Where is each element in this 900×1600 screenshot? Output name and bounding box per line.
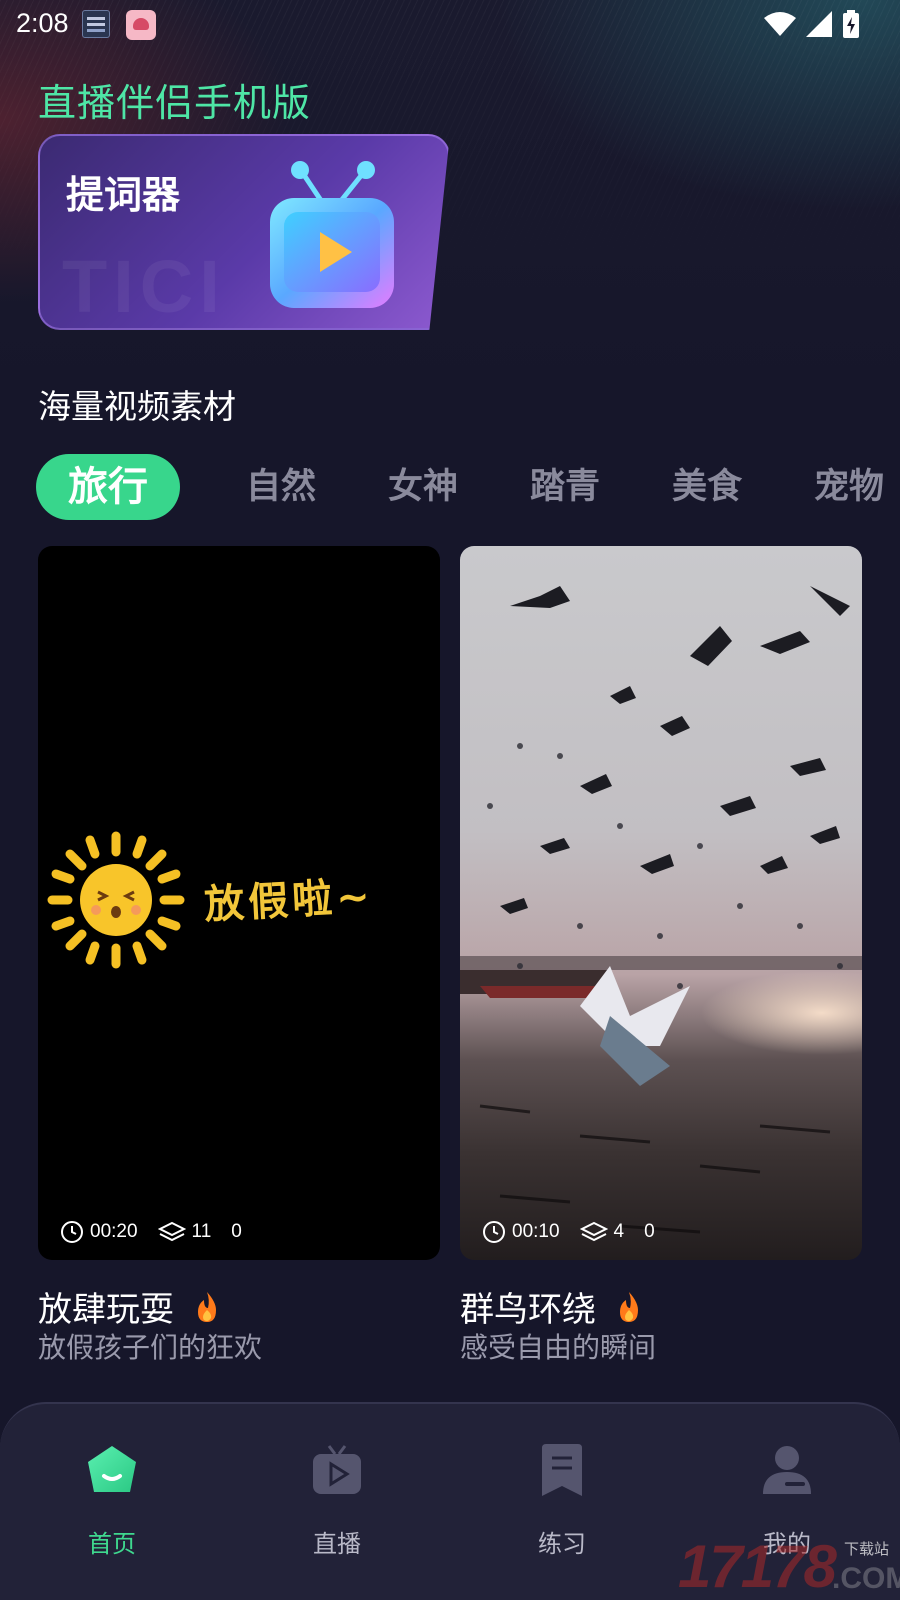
layers-icon bbox=[157, 1221, 186, 1242]
nav-label: 练习 bbox=[538, 1530, 586, 1558]
wifi-icon bbox=[764, 12, 796, 36]
layers: 4 bbox=[579, 1220, 625, 1244]
duration: 00:10 bbox=[482, 1220, 560, 1244]
tab-travel[interactable]: 旅行 bbox=[36, 454, 180, 520]
status-icons bbox=[764, 10, 860, 38]
layers-icon bbox=[579, 1221, 608, 1242]
tv-icon bbox=[270, 161, 394, 308]
nav-item-live[interactable]: 直播 bbox=[257, 1442, 417, 1559]
layers: 11 bbox=[157, 1220, 212, 1244]
video-title: 放肆玩耍 bbox=[38, 1282, 222, 1331]
tab-outing[interactable]: 踏青 bbox=[530, 454, 600, 520]
nav-item-practice[interactable]: 练习 bbox=[482, 1442, 642, 1559]
sun-icon bbox=[47, 831, 185, 969]
teleprompter-watermark: TICI bbox=[62, 245, 226, 328]
video-title-text: 群鸟环绕 bbox=[460, 1290, 596, 1330]
count-value: 0 bbox=[231, 1221, 242, 1242]
category-tabs: 旅行 自然 女神 踏青 美食 宠物 bbox=[36, 454, 900, 520]
app-title: 直播伴侣手机版 bbox=[38, 81, 312, 125]
video-overlay-text: 放假啦~ bbox=[203, 873, 375, 929]
teleprompter-title: 提词器 bbox=[66, 173, 181, 217]
home-icon bbox=[88, 1446, 136, 1492]
video-title-text: 放肆玩耍 bbox=[38, 1290, 174, 1330]
profile-icon bbox=[763, 1446, 811, 1494]
tab-food[interactable]: 美食 bbox=[672, 454, 742, 520]
fire-icon bbox=[198, 1291, 216, 1322]
duration: 00:20 bbox=[60, 1220, 138, 1244]
site-watermark: 17178 下载站 .COM bbox=[678, 1532, 900, 1600]
section-title: 海量视频素材 bbox=[38, 387, 236, 426]
layers-value: 4 bbox=[613, 1221, 625, 1242]
practice-icon bbox=[542, 1444, 582, 1496]
notification-icon bbox=[82, 10, 110, 38]
count-value: 0 bbox=[644, 1221, 655, 1242]
video-meta: 00:20 11 0 bbox=[60, 1220, 254, 1244]
video-card-birds[interactable]: 00:10 4 0 bbox=[460, 546, 862, 1260]
nav-item-home[interactable]: 首页 bbox=[32, 1442, 192, 1559]
watermark-sub: 下载站 bbox=[844, 1540, 890, 1558]
video-card-holiday[interactable]: 放假啦~ 00:20 11 0 bbox=[38, 546, 440, 1260]
clock-icon bbox=[61, 1221, 83, 1243]
duration-value: 00:10 bbox=[512, 1221, 560, 1242]
battery-icon bbox=[843, 10, 859, 38]
count: 0 bbox=[231, 1221, 242, 1243]
signal-icon bbox=[806, 11, 832, 37]
watermark-domain: .COM bbox=[832, 1562, 900, 1595]
nav-label: 首页 bbox=[88, 1530, 136, 1558]
clock-icon bbox=[483, 1221, 505, 1243]
video-subtitle: 放假孩子们的狂欢 bbox=[38, 1331, 263, 1364]
watermark-number: 17178 bbox=[678, 1533, 837, 1600]
nav-label: 直播 bbox=[313, 1530, 361, 1558]
video-subtitle: 感受自由的瞬间 bbox=[460, 1331, 657, 1364]
tab-goddess[interactable]: 女神 bbox=[388, 454, 458, 520]
video-title: 群鸟环绕 bbox=[460, 1282, 644, 1331]
live-icon bbox=[313, 1445, 361, 1494]
tab-pets[interactable]: 宠物 bbox=[814, 454, 884, 520]
status-time: 2:08 bbox=[16, 8, 69, 38]
video-meta: 00:10 4 0 bbox=[482, 1220, 667, 1244]
count: 0 bbox=[644, 1221, 655, 1243]
tab-nature[interactable]: 自然 bbox=[246, 454, 316, 520]
teleprompter-card[interactable]: TICI 提词器 bbox=[38, 134, 450, 330]
layers-value: 11 bbox=[191, 1221, 212, 1242]
app-notification-icon bbox=[126, 10, 156, 40]
status-bar: 2:08 bbox=[0, 0, 900, 50]
fire-icon bbox=[620, 1291, 638, 1322]
duration-value: 00:20 bbox=[90, 1221, 138, 1242]
birds-image bbox=[460, 586, 862, 1234]
